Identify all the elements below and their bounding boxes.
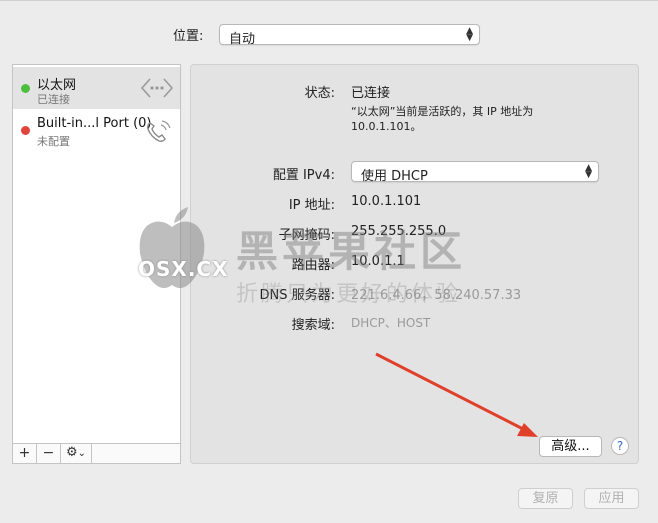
- window-top-border: [0, 0, 658, 1]
- search-domains-value: DHCP、HOST: [351, 316, 431, 330]
- add-service-button[interactable]: +: [13, 444, 37, 463]
- location-value: 自动: [229, 32, 256, 47]
- gear-icon: ⚙: [65, 445, 78, 460]
- apply-button[interactable]: 应用: [584, 488, 639, 509]
- service-item-builtin-port[interactable]: Built-in...l Port (0) 未配置: [13, 109, 180, 151]
- ethernet-icon: [140, 75, 174, 105]
- help-button[interactable]: ?: [611, 437, 629, 455]
- status-dot-not-configured: [21, 126, 30, 135]
- location-select[interactable]: 自动 ▲ ▼: [219, 24, 480, 47]
- revert-button[interactable]: 复原: [518, 488, 573, 509]
- watermark-title: 黑苹果社区: [236, 227, 467, 276]
- status-value: 已连接: [351, 86, 391, 101]
- advanced-button[interactable]: 高级...: [539, 436, 602, 457]
- search-domains-label: 搜索域:: [291, 318, 335, 333]
- updown-chevron-icon: ▲ ▼: [466, 26, 473, 43]
- remove-service-button[interactable]: −: [37, 444, 61, 463]
- service-status: 已连接: [37, 93, 70, 106]
- configure-ipv4-label: 配置 IPv4:: [272, 168, 335, 183]
- location-label: 位置:: [173, 29, 204, 44]
- watermark-slogan: 折腾只为更好的体验: [236, 282, 462, 307]
- service-list-toolbar: + − ⚙⌄: [13, 443, 180, 463]
- configure-ipv4-value: 使用 DHCP: [361, 169, 428, 184]
- ip-address-label: IP 地址:: [288, 198, 335, 213]
- chevron-down-icon: ⌄: [77, 448, 87, 459]
- service-status: 未配置: [37, 135, 70, 148]
- status-description-line2: 10.0.1.101。: [351, 120, 422, 133]
- ip-address-value: 10.0.1.101: [351, 194, 422, 209]
- watermark-site: OSX.CX: [138, 257, 229, 281]
- apple-logo-watermark: [132, 205, 212, 299]
- phone-icon: [144, 117, 174, 149]
- updown-chevron-icon: ▲ ▼: [585, 163, 592, 180]
- service-name: Built-in...l Port (0): [37, 116, 152, 131]
- configure-ipv4-select[interactable]: 使用 DHCP ▲ ▼: [351, 161, 599, 184]
- status-description-line1: “以太网”当前是活跃的，其 IP 地址为: [351, 105, 534, 118]
- status-dot-connected: [21, 84, 30, 93]
- service-item-ethernet[interactable]: 以太网 已连接: [13, 67, 180, 109]
- status-label: 状态:: [304, 86, 335, 101]
- action-menu-button[interactable]: ⚙⌄: [61, 444, 92, 463]
